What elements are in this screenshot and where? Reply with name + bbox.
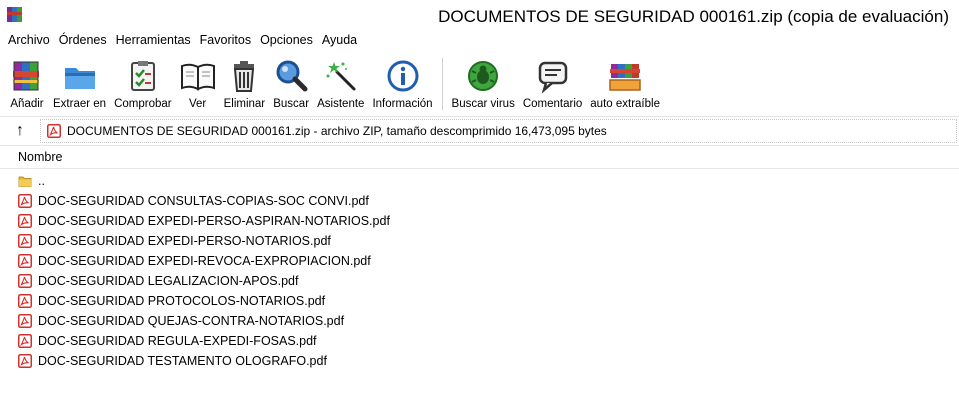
file-name: DOC-SEGURIDAD QUEJAS-CONTRA-NOTARIOS.pdf bbox=[38, 314, 345, 328]
archive-path-text: DOCUMENTOS DE SEGURIDAD 000161.zip - arc… bbox=[67, 124, 607, 138]
menu-ayuda[interactable]: Ayuda bbox=[318, 33, 362, 47]
file-name: DOC-SEGURIDAD EXPEDI-PERSO-NOTARIOS.pdf bbox=[38, 234, 331, 248]
list-item[interactable]: DOC-SEGURIDAD EXPEDI-PERSO-ASPIRAN-NOTAR… bbox=[0, 211, 959, 231]
window-title: DOCUMENTOS DE SEGURIDAD 000161.zip (copi… bbox=[438, 7, 949, 26]
list-item[interactable]: DOC-SEGURIDAD EXPEDI-PERSO-NOTARIOS.pdf bbox=[0, 231, 959, 251]
test-label: Comprobar bbox=[114, 98, 172, 110]
info-label: Información bbox=[372, 98, 433, 110]
virus-scan-icon bbox=[468, 61, 499, 91]
menu-bar: Archivo Órdenes Herramientas Favoritos O… bbox=[0, 30, 959, 50]
pdf-file-icon bbox=[18, 194, 32, 208]
menu-ordenes[interactable]: Órdenes bbox=[55, 33, 112, 47]
comment-icon bbox=[538, 61, 567, 94]
trash-icon bbox=[234, 61, 255, 92]
file-list: .. DOC-SEGURIDAD CONSULTAS-COPIAS-SOC CO… bbox=[0, 169, 959, 371]
file-name: DOC-SEGURIDAD EXPEDI-PERSO-ASPIRAN-NOTAR… bbox=[38, 214, 390, 228]
extract-to-button[interactable]: Extraer en bbox=[50, 58, 109, 116]
up-one-level-button[interactable]: ↑ bbox=[0, 117, 40, 145]
add-button[interactable]: Añadir bbox=[6, 58, 48, 116]
file-name: DOC-SEGURIDAD TESTAMENTO OLOGRAFO.pdf bbox=[38, 354, 327, 368]
add-archive-icon bbox=[13, 61, 39, 91]
winrar-window: DOCUMENTOS DE SEGURIDAD 000161.zip (copi… bbox=[0, 0, 959, 405]
list-item[interactable]: DOC-SEGURIDAD PROTOCOLOS-NOTARIOS.pdf bbox=[0, 291, 959, 311]
sfx-button[interactable]: auto extraíble bbox=[587, 58, 663, 116]
menu-herramientas[interactable]: Herramientas bbox=[112, 33, 196, 47]
delete-button[interactable]: Eliminar bbox=[221, 58, 269, 116]
comment-label: Comentario bbox=[522, 98, 583, 110]
winrar-app-icon[interactable] bbox=[6, 6, 23, 23]
comment-button[interactable]: Comentario bbox=[520, 58, 585, 116]
find-button[interactable]: Buscar bbox=[270, 58, 312, 116]
find-label: Buscar bbox=[273, 98, 310, 110]
list-item[interactable]: DOC-SEGURIDAD LEGALIZACION-APOS.pdf bbox=[0, 271, 959, 291]
menu-favoritos[interactable]: Favoritos bbox=[196, 33, 256, 47]
pdf-file-icon bbox=[18, 254, 32, 268]
wizard-label: Asistente bbox=[317, 98, 365, 110]
add-label: Añadir bbox=[10, 98, 44, 110]
folder-up-icon bbox=[18, 176, 32, 187]
address-field[interactable]: DOCUMENTOS DE SEGURIDAD 000161.zip - arc… bbox=[40, 119, 957, 143]
column-header-name[interactable]: Nombre bbox=[0, 146, 959, 169]
toolbar: Añadir Extraer en Comprobar Ver Eliminar… bbox=[0, 50, 959, 117]
wizard-button[interactable]: Asistente bbox=[314, 58, 367, 116]
list-item[interactable]: DOC-SEGURIDAD EXPEDI-REVOCA-EXPROPIACION… bbox=[0, 251, 959, 271]
info-button[interactable]: Información bbox=[369, 58, 435, 116]
file-name: DOC-SEGURIDAD EXPEDI-REVOCA-EXPROPIACION… bbox=[38, 254, 371, 268]
pdf-file-icon bbox=[18, 334, 32, 348]
pdf-file-icon bbox=[18, 314, 32, 328]
list-item[interactable]: DOC-SEGURIDAD QUEJAS-CONTRA-NOTARIOS.pdf bbox=[0, 311, 959, 331]
list-item-parent-folder[interactable]: .. bbox=[0, 171, 959, 191]
virus-scan-label: Buscar virus bbox=[451, 98, 515, 110]
list-item[interactable]: DOC-SEGURIDAD REGULA-EXPEDI-FOSAS.pdf bbox=[0, 331, 959, 351]
view-button[interactable]: Ver bbox=[177, 58, 219, 116]
test-button[interactable]: Comprobar bbox=[111, 58, 175, 116]
toolbar-separator bbox=[441, 58, 443, 110]
pdf-file-icon bbox=[18, 294, 32, 308]
file-name: DOC-SEGURIDAD REGULA-EXPEDI-FOSAS.pdf bbox=[38, 334, 317, 348]
pdf-file-icon bbox=[18, 354, 32, 368]
arrow-up-icon: ↑ bbox=[16, 122, 24, 139]
view-label: Ver bbox=[188, 98, 207, 110]
file-name: DOC-SEGURIDAD LEGALIZACION-APOS.pdf bbox=[38, 274, 299, 288]
pdf-file-icon bbox=[18, 234, 32, 248]
column-header-label: Nombre bbox=[18, 150, 63, 164]
extract-folder-icon bbox=[64, 68, 95, 89]
pdf-file-icon bbox=[47, 124, 61, 138]
test-clipboard-icon bbox=[130, 61, 155, 91]
extract-to-label: Extraer en bbox=[53, 98, 107, 110]
sfx-label: auto extraíble bbox=[590, 98, 660, 110]
menu-opciones[interactable]: Opciones bbox=[256, 33, 318, 47]
list-item[interactable]: DOC-SEGURIDAD CONSULTAS-COPIAS-SOC CONVI… bbox=[0, 191, 959, 211]
pdf-file-icon bbox=[18, 274, 32, 288]
menu-archivo[interactable]: Archivo bbox=[4, 33, 55, 47]
title-bar: DOCUMENTOS DE SEGURIDAD 000161.zip (copi… bbox=[0, 0, 959, 30]
view-book-icon bbox=[180, 63, 215, 91]
address-bar: ↑ DOCUMENTOS DE SEGURIDAD 000161.zip - a… bbox=[0, 117, 959, 146]
file-name: .. bbox=[38, 174, 45, 188]
pdf-file-icon bbox=[18, 214, 32, 228]
info-icon bbox=[387, 60, 418, 92]
wizard-wand-icon bbox=[326, 62, 356, 91]
delete-label: Eliminar bbox=[223, 98, 266, 110]
file-name: DOC-SEGURIDAD PROTOCOLOS-NOTARIOS.pdf bbox=[38, 294, 326, 308]
magnifier-icon bbox=[276, 60, 308, 92]
file-name: DOC-SEGURIDAD CONSULTAS-COPIAS-SOC CONVI… bbox=[38, 194, 369, 208]
sfx-icon bbox=[609, 64, 641, 91]
virus-scan-button[interactable]: Buscar virus bbox=[449, 58, 518, 116]
list-item[interactable]: DOC-SEGURIDAD TESTAMENTO OLOGRAFO.pdf bbox=[0, 351, 959, 371]
